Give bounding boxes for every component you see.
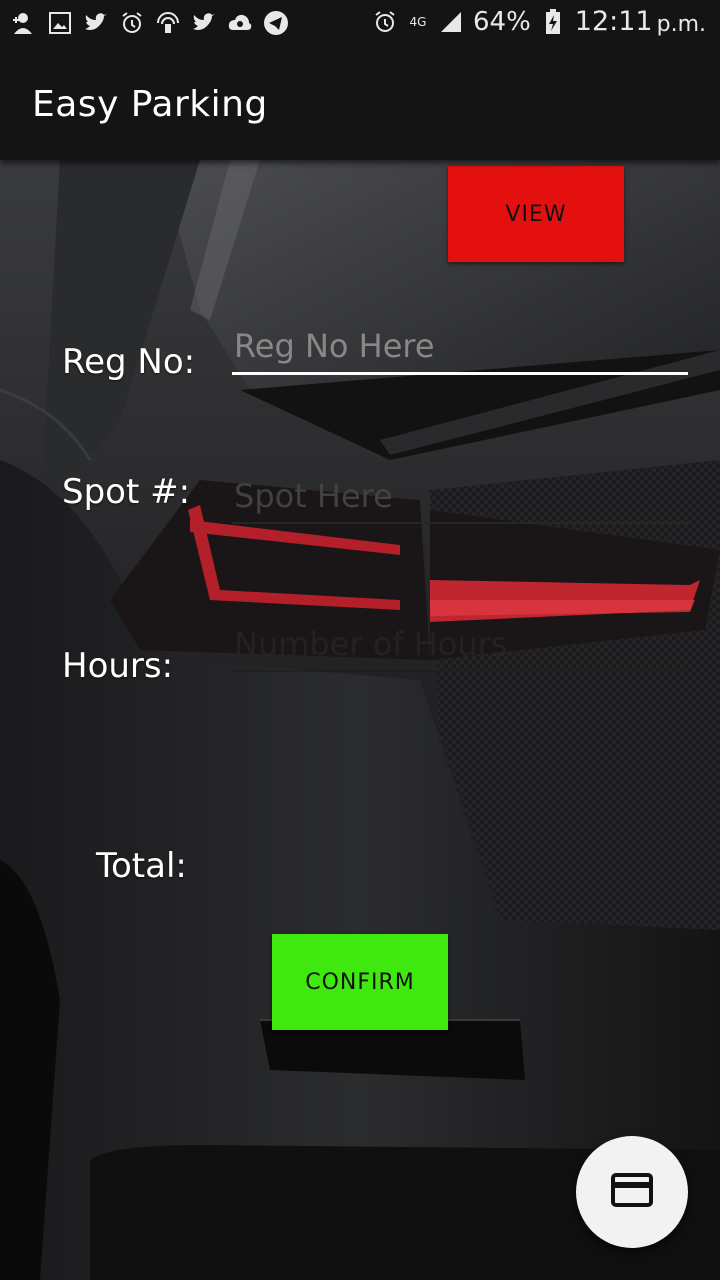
app-title: Easy Parking: [32, 84, 268, 125]
view-button[interactable]: VIEW: [448, 166, 624, 262]
parking-form: VIEW Reg No: Spot #: Hours: Total: CONFI…: [0, 0, 720, 1280]
reg-no-label: Reg No:: [62, 342, 196, 382]
spot-input[interactable]: [232, 470, 688, 524]
spot-label: Spot #:: [62, 472, 191, 512]
credit-card-icon: [611, 1173, 653, 1211]
hours-input[interactable]: [232, 618, 688, 672]
total-label: Total:: [96, 846, 187, 886]
app-bar: Easy Parking: [0, 50, 720, 160]
reg-no-input[interactable]: [232, 320, 688, 375]
app-screen: 4G 64% 12:11 p.m. Easy Parking VIEW Reg …: [0, 0, 720, 1280]
hours-label: Hours:: [62, 646, 174, 686]
confirm-button[interactable]: CONFIRM: [272, 934, 448, 1030]
payment-fab[interactable]: [576, 1136, 688, 1248]
